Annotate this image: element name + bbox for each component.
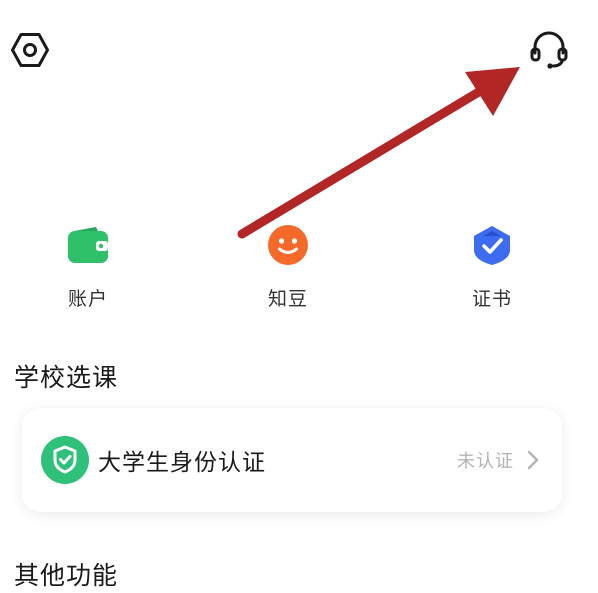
certificate-badge-icon	[469, 222, 515, 268]
section-title-other-functions: 其他功能	[14, 561, 119, 590]
shield-check-icon	[40, 435, 90, 485]
quick-action-label: 账户	[67, 288, 108, 310]
settings-hexagon-icon	[11, 33, 49, 67]
profile-page: 账户 知豆 证书 学校选课 大学生身份认证 未认证 其他功能	[0, 0, 598, 593]
section-title-school-course: 学校选课	[14, 363, 119, 392]
student-verification-card[interactable]: 大学生身份认证 未认证	[22, 408, 562, 512]
quick-action-label: 知豆	[267, 288, 308, 310]
chevron-right-icon	[526, 450, 540, 470]
quick-action-label: 证书	[471, 288, 512, 310]
customer-service-button[interactable]	[526, 26, 572, 72]
wallet-icon	[65, 222, 111, 268]
quick-action-zhidou[interactable]: 知豆	[228, 222, 348, 314]
smiley-bean-icon	[265, 222, 311, 268]
verification-status: 未认证	[457, 451, 514, 472]
verification-label: 大学生身份认证	[98, 450, 266, 476]
quick-action-certificate[interactable]: 证书	[432, 222, 552, 314]
settings-button[interactable]	[8, 28, 52, 72]
quick-action-account[interactable]: 账户	[28, 222, 148, 314]
headset-icon	[530, 31, 568, 69]
